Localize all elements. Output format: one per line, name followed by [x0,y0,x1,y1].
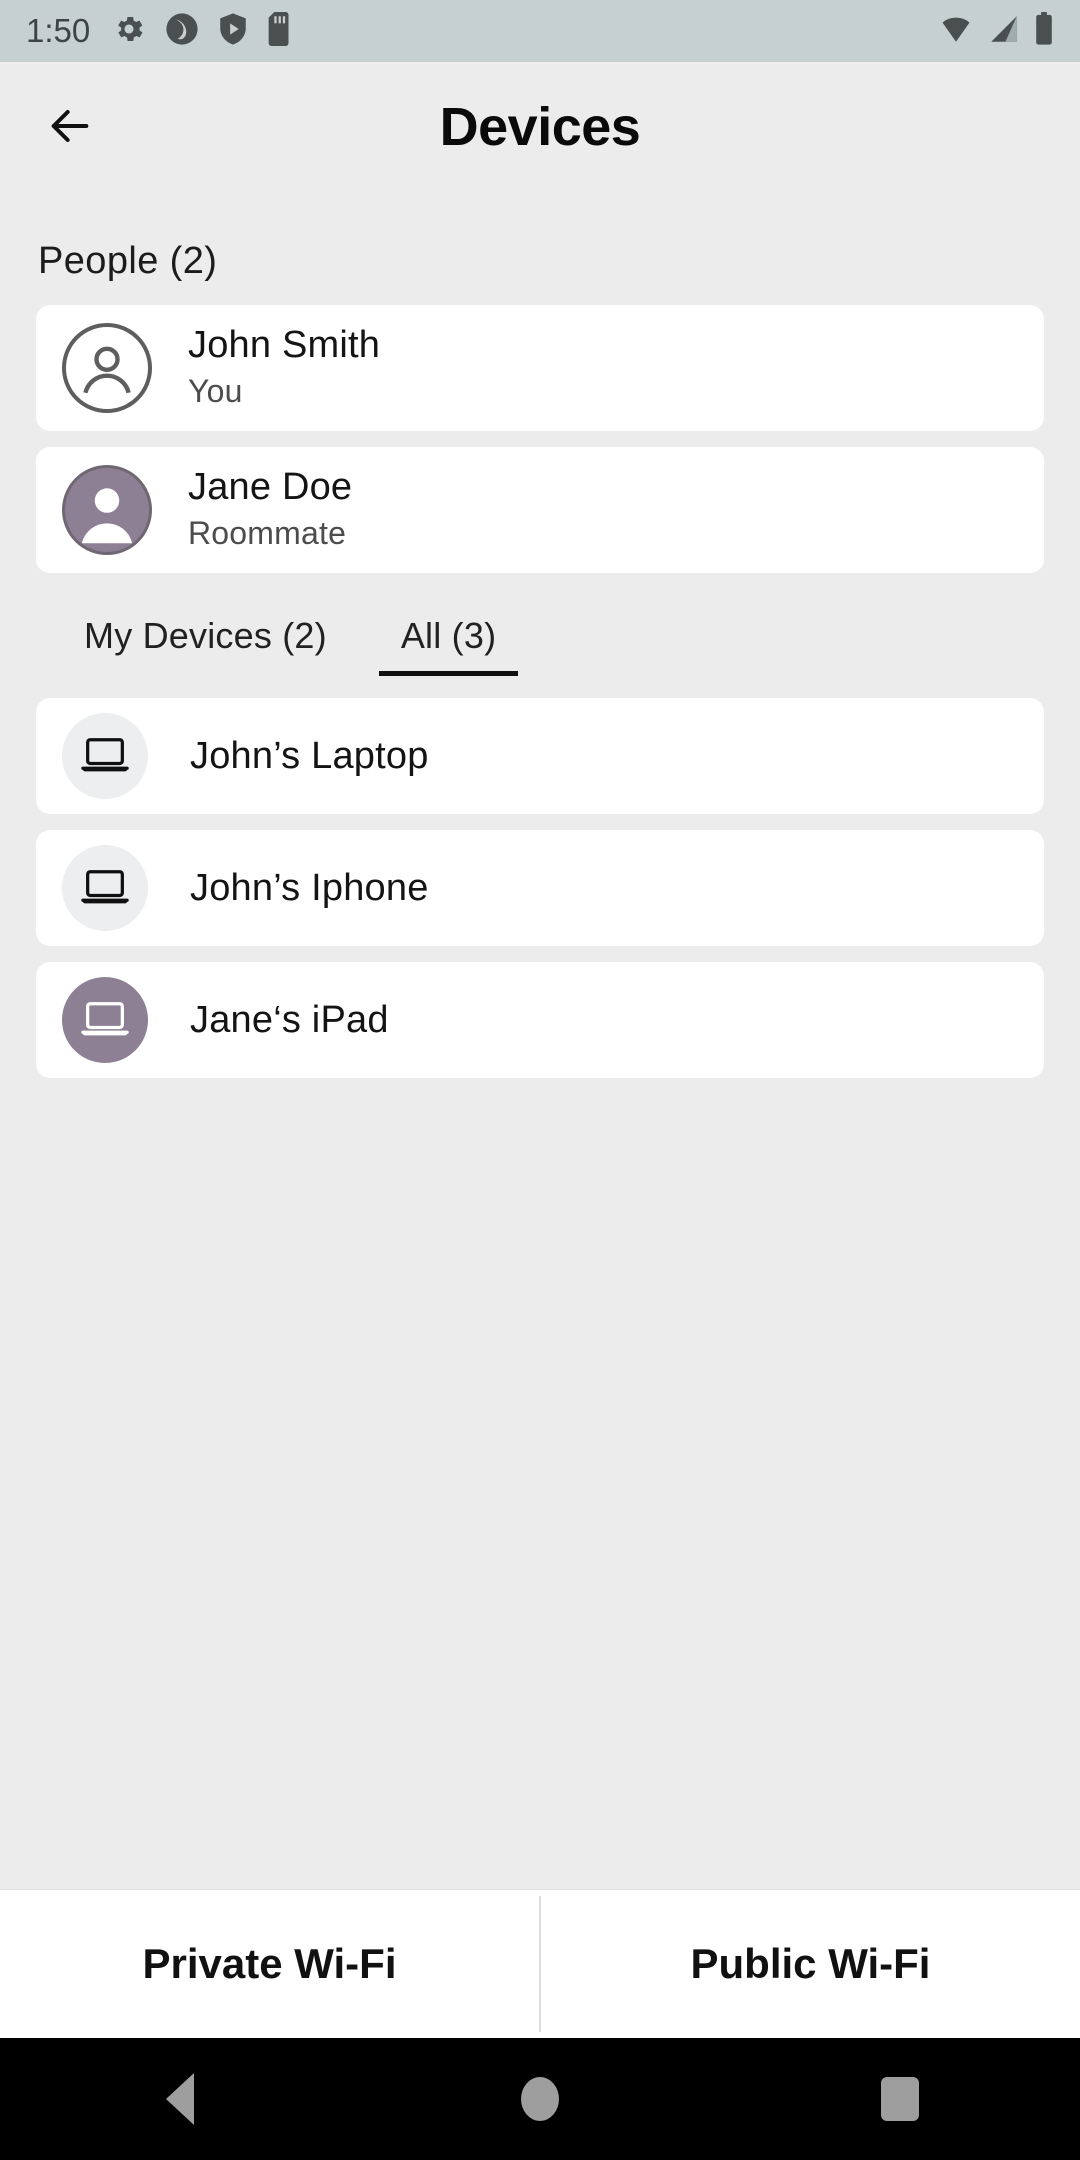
person-row[interactable]: Jane Doe Roommate [36,447,1044,573]
device-name: Jane‘s iPad [190,998,389,1041]
page-title: Devices [439,97,641,157]
battery-icon [1034,11,1054,51]
cellular-signal-icon [987,12,1021,51]
person-name: John Smith [188,324,381,367]
nav-home-icon [521,2077,559,2121]
nav-home-button[interactable] [480,2038,600,2160]
status-left-icons [112,11,293,51]
bottom-tab-bar: Private Wi-Fi Public Wi-Fi [0,1889,1080,2038]
person-name: Jane Doe [188,466,353,509]
device-name: John’s Iphone [190,866,429,909]
app-circle-icon [165,12,199,51]
device-icon-background [62,977,148,1063]
device-row[interactable]: Jane‘s iPad [36,962,1044,1078]
avatar [62,323,152,413]
device-name: John’s Laptop [190,734,429,777]
person-role: You [188,373,243,410]
device-row[interactable]: John’s Laptop [36,698,1044,814]
private-wifi-button[interactable]: Private Wi-Fi [0,1890,539,2038]
nav-back-button[interactable] [120,2038,240,2160]
person-row[interactable]: John Smith You [36,305,1044,431]
people-section-label: People (2) [38,240,218,282]
avatar [62,465,152,555]
person-role: Roommate [188,515,347,552]
tab-my-devices[interactable]: My Devices (2) [62,615,349,676]
nav-recents-icon [881,2077,919,2121]
android-navigation-bar [0,2038,1080,2160]
device-icon-background [62,845,148,931]
wifi-icon [938,12,974,51]
nav-back-icon [166,2073,194,2125]
phone-screen: 1:50 Devices People (2) John Smith You J… [0,0,1080,2160]
device-row[interactable]: John’s Iphone [36,830,1044,946]
laptop-icon [79,728,131,785]
person-text: Jane Doe Roommate [188,467,352,552]
tab-all[interactable]: All (3) [378,615,519,676]
app-bar: Devices [0,62,1080,192]
main-content: People (2) John Smith You Jane Doe Roomm… [0,192,1080,1889]
back-arrow-icon [42,98,98,157]
back-button[interactable] [32,89,108,165]
status-bar: 1:50 [0,0,1080,62]
sd-card-icon [267,11,293,51]
laptop-icon [79,992,131,1049]
status-right-icons [938,11,1054,51]
status-clock: 1:50 [26,12,91,49]
nav-recents-button[interactable] [840,2038,960,2160]
device-filter-tabs: My Devices (2) All (3) [36,615,1044,676]
laptop-icon [79,860,131,917]
public-wifi-button[interactable]: Public Wi-Fi [541,1890,1080,2038]
device-icon-background [62,713,148,799]
gear-icon [112,12,146,51]
person-text: John Smith You [188,325,380,410]
shield-play-icon [218,12,248,51]
